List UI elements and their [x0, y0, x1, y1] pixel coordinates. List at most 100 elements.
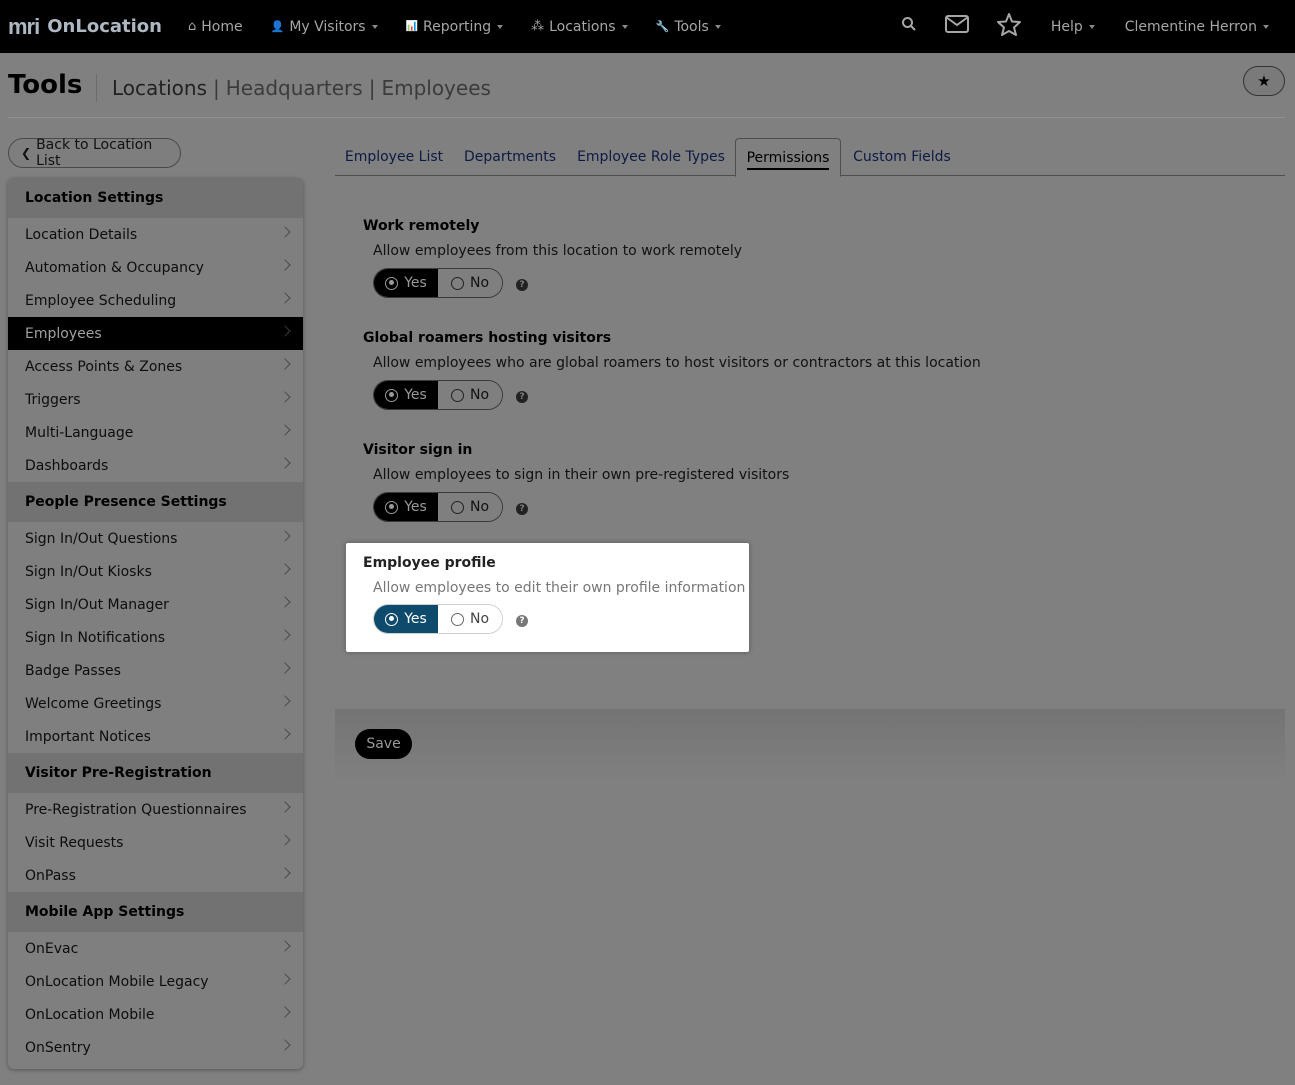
chevron-right-icon — [279, 1006, 291, 1018]
sidebar-item-onevac[interactable]: OnEvac — [8, 932, 303, 965]
sidebar-item-onsentry[interactable]: OnSentry — [8, 1031, 303, 1064]
user-menu[interactable]: Clementine Herron — [1125, 19, 1269, 35]
yes-option[interactable]: Yes — [374, 493, 438, 521]
sidebar-item-onlocation-mobile-legacy[interactable]: OnLocation Mobile Legacy — [8, 965, 303, 998]
setting-description: Allow employees to sign in their own pre… — [373, 467, 790, 483]
header-divider — [8, 117, 1285, 118]
nav-tools[interactable]: 🔧 Tools — [656, 19, 721, 35]
search-icon[interactable] — [901, 16, 917, 37]
sidebar-item-welcome-greetings[interactable]: Welcome Greetings — [8, 687, 303, 720]
no-option[interactable]: No — [438, 269, 502, 297]
sidebar-item-location-details[interactable]: Location Details — [8, 218, 303, 251]
sidebar-item-access-points-zones[interactable]: Access Points & Zones — [8, 350, 303, 383]
chevron-right-icon — [279, 973, 291, 985]
help-icon[interactable]: ? — [516, 503, 528, 515]
employee-profile-toggle: Yes No — [373, 604, 503, 634]
section-mobile-app-settings: Mobile App Settings — [8, 892, 303, 932]
radio-empty-icon — [450, 388, 464, 402]
tab-label: Departments — [463, 149, 556, 165]
bar-chart-icon: 📊 — [405, 21, 419, 32]
sidebar-item-employee-scheduling[interactable]: Employee Scheduling — [8, 284, 303, 317]
sidebar-item-triggers[interactable]: Triggers — [8, 383, 303, 416]
chevron-right-icon — [279, 834, 291, 846]
brand[interactable]: mri OnLocation — [8, 14, 188, 40]
nav-reporting[interactable]: 📊 Reporting — [406, 19, 504, 35]
setting-description: Allow employees to edit their own profil… — [373, 580, 746, 596]
no-label: No — [469, 275, 490, 291]
chevron-right-icon — [279, 226, 291, 238]
sidebar-item-label: Sign In/Out Questions — [25, 530, 178, 547]
app-name: OnLocation — [47, 16, 162, 37]
radio-selected-icon — [385, 388, 399, 402]
chevron-right-icon — [279, 867, 291, 879]
chevron-right-icon — [279, 563, 291, 575]
tab-label: Employee Role Types — [577, 149, 725, 165]
setting-employee-profile: Employee profile Allow employees to edit… — [346, 543, 749, 652]
sidebar-item-label: Employees — [25, 325, 102, 342]
sidebar-item-multi-language[interactable]: Multi-Language — [8, 416, 303, 449]
sidebar-item-sign-in-out-manager[interactable]: Sign In/Out Manager — [8, 588, 303, 621]
sidebar-item-label: Important Notices — [25, 728, 151, 745]
save-button[interactable]: Save — [355, 729, 412, 759]
sidebar-item-label: Badge Passes — [25, 662, 121, 679]
mail-icon[interactable] — [944, 15, 969, 38]
setting-global-roamers: Global roamers hosting visitors Allow em… — [363, 330, 1063, 410]
sidebar-item-label: Pre-Registration Questionnaires — [25, 801, 247, 818]
tab-custom-fields[interactable]: Custom Fields — [847, 138, 957, 176]
sidebar-item-sign-in-out-kiosks[interactable]: Sign In/Out Kiosks — [8, 555, 303, 588]
nav-reporting-label: Reporting — [423, 18, 492, 35]
chevron-right-icon — [279, 940, 291, 952]
chevron-right-icon — [279, 424, 291, 436]
sidebar-item-onlocation-mobile[interactable]: OnLocation Mobile — [8, 998, 303, 1031]
tab-permissions[interactable]: Permissions — [735, 138, 841, 177]
sidebar-item-badge-passes[interactable]: Badge Passes — [8, 654, 303, 687]
no-option[interactable]: No — [438, 605, 502, 633]
sidebar-item-automation-occupancy[interactable]: Automation & Occupancy — [8, 251, 303, 284]
sidebar-item-label: Employee Scheduling — [25, 292, 177, 309]
sidebar-item-pre-registration-questionnaires[interactable]: Pre-Registration Questionnaires — [8, 793, 303, 826]
wrench-icon: 🔧 — [655, 20, 670, 33]
top-navbar: mri OnLocation ⌂ Home 👤 My Visitors 📊 Re… — [0, 0, 1295, 53]
tab-employee-role-types[interactable]: Employee Role Types — [571, 138, 731, 176]
sidebar-item-dashboards[interactable]: Dashboards — [8, 449, 303, 482]
yes-option[interactable]: Yes — [374, 269, 438, 297]
back-to-location-list-button[interactable]: ❮ Back to Location List — [8, 137, 181, 169]
radio-empty-icon — [450, 500, 464, 514]
yes-option[interactable]: Yes — [374, 605, 438, 633]
sidebar-item-onpass[interactable]: OnPass — [8, 859, 303, 892]
breadcrumb-locations[interactable]: Locations — [112, 76, 207, 100]
chevron-right-icon — [279, 457, 291, 469]
help-icon[interactable]: ? — [516, 615, 528, 627]
yes-option[interactable]: Yes — [374, 381, 438, 409]
setting-description: Allow employees from this location to wo… — [373, 243, 743, 259]
favorites-star-icon[interactable] — [996, 12, 1021, 41]
tab-departments[interactable]: Departments — [457, 138, 563, 176]
help-icon[interactable]: ? — [516, 391, 528, 403]
nav-my-visitors[interactable]: 👤 My Visitors — [271, 19, 378, 35]
favorite-button[interactable]: ★ — [1243, 66, 1285, 96]
no-option[interactable]: No — [438, 493, 502, 521]
sidebar-item-label: OnLocation Mobile Legacy — [25, 973, 209, 990]
no-label: No — [469, 611, 490, 627]
sidebar-item-important-notices[interactable]: Important Notices — [8, 720, 303, 753]
radio-selected-icon — [385, 612, 399, 626]
nav-home[interactable]: ⌂ Home — [188, 19, 243, 35]
nav-locations[interactable]: ⁂ Locations — [531, 19, 628, 35]
setting-visitor-sign-in: Visitor sign in Allow employees to sign … — [363, 442, 1063, 522]
breadcrumb-headquarters[interactable]: Headquarters — [226, 76, 363, 100]
no-option[interactable]: No — [438, 381, 502, 409]
star-icon: ★ — [1257, 72, 1271, 90]
help-icon[interactable]: ? — [516, 279, 528, 291]
tab-employee-list[interactable]: Employee List — [337, 138, 451, 176]
chevron-right-icon — [279, 391, 291, 403]
sidebar-item-sign-in-out-questions[interactable]: Sign In/Out Questions — [8, 522, 303, 555]
sidebar-item-sign-in-notifications[interactable]: Sign In Notifications — [8, 621, 303, 654]
yes-label: Yes — [404, 611, 427, 627]
sidebar-item-employees[interactable]: Employees — [8, 317, 303, 350]
chevron-right-icon — [279, 358, 291, 370]
title-divider — [96, 74, 97, 102]
setting-work-remotely: Work remotely Allow employees from this … — [363, 218, 1063, 298]
radio-empty-icon — [450, 276, 464, 290]
nav-help[interactable]: Help — [1051, 19, 1095, 35]
sidebar-item-visit-requests[interactable]: Visit Requests — [8, 826, 303, 859]
